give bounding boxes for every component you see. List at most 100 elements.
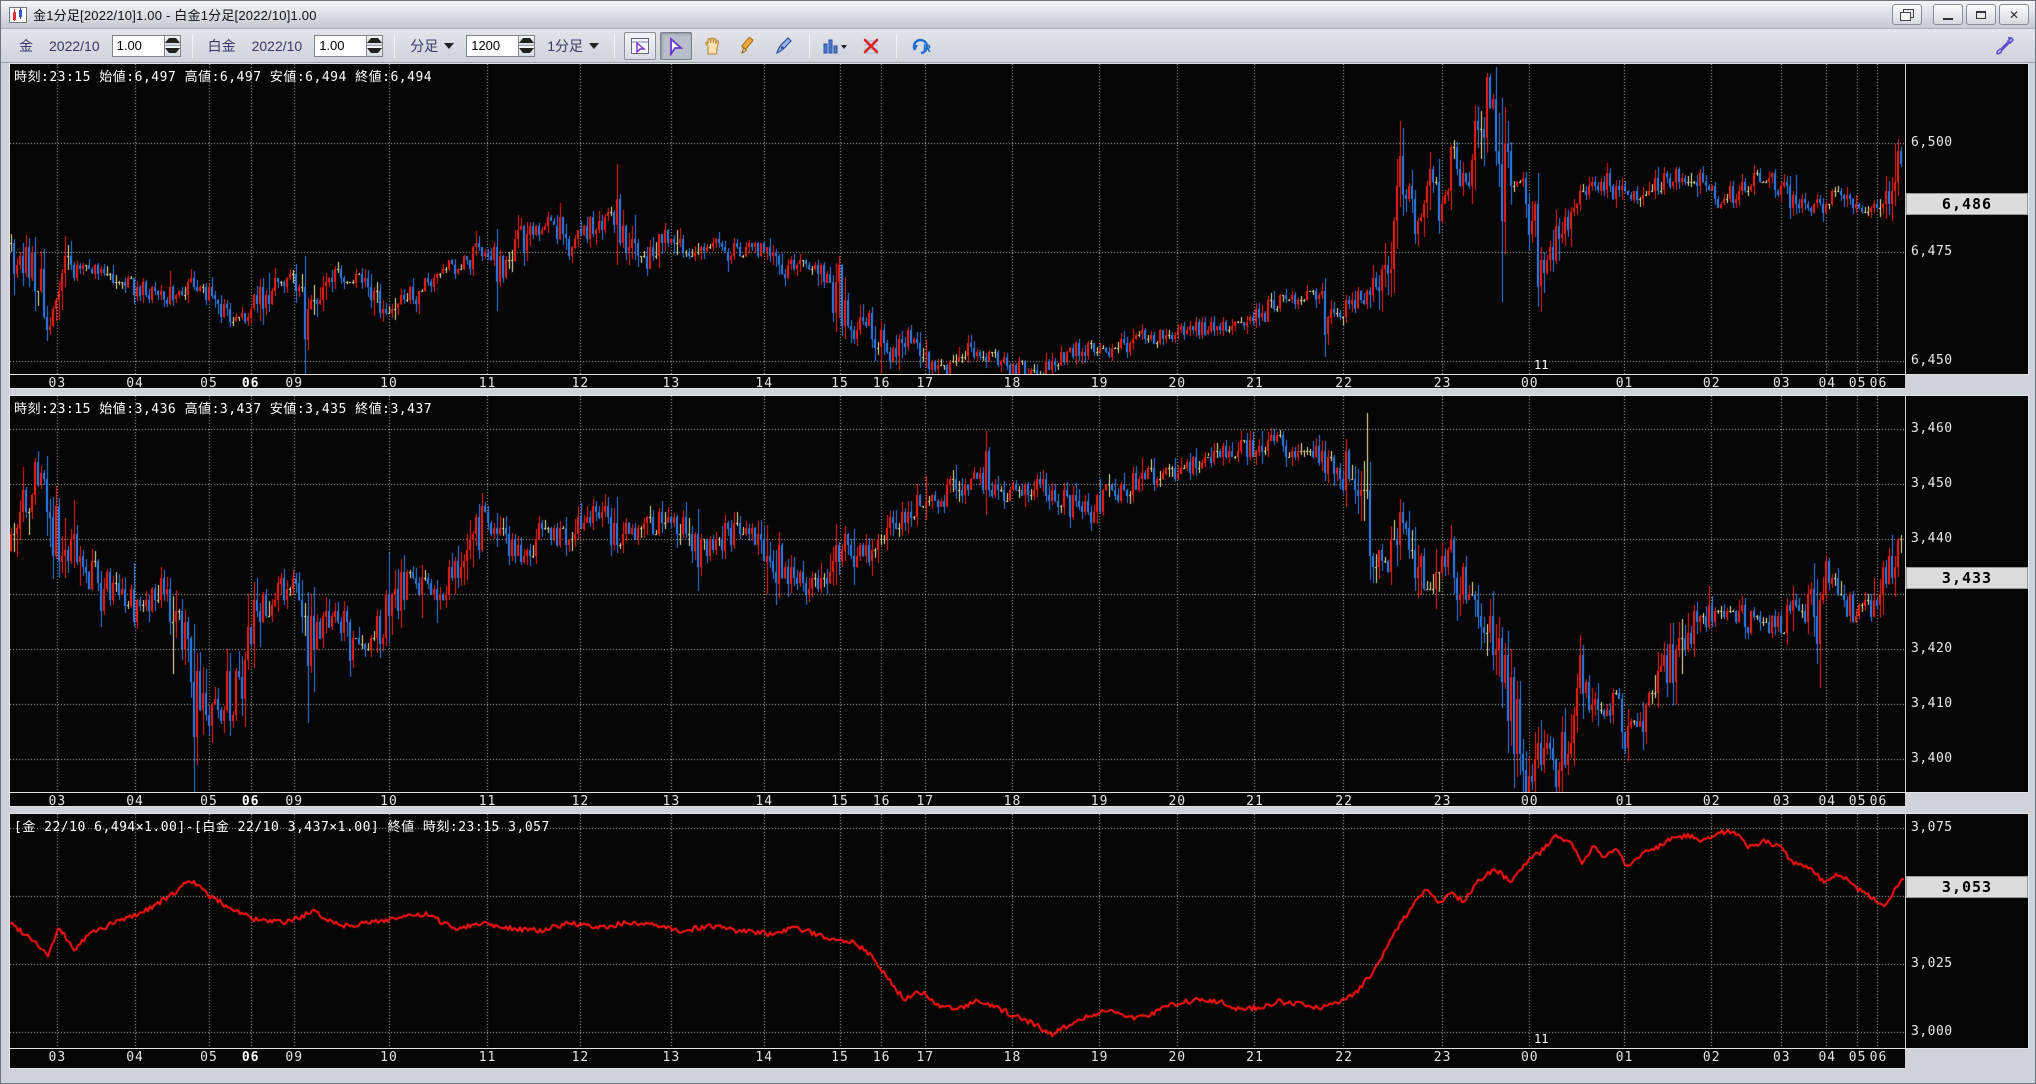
x-axis-label: 14 bbox=[755, 1050, 773, 1065]
app-window: 金1分足[2022/10]1.00 - 白金1分足[2022/10]1.00 ✕… bbox=[0, 0, 2036, 1084]
x-axis-label: 23 bbox=[1434, 376, 1452, 391]
y-axis-label: 3,460 bbox=[1911, 421, 1953, 436]
x-axis-label: 03 bbox=[1773, 376, 1791, 391]
maximize-button[interactable] bbox=[1966, 4, 1996, 25]
spread-plot: [金 22/10 6,494×1.00]-[白金 22/10 3,437×1.0… bbox=[9, 813, 1905, 1049]
select-tool-button[interactable] bbox=[660, 32, 692, 60]
gold-multiplier-spinner bbox=[112, 35, 181, 57]
y-axis-label: 3,410 bbox=[1911, 696, 1953, 711]
x-axis-label: 21 bbox=[1246, 1050, 1264, 1065]
pan-tool-button[interactable] bbox=[696, 32, 728, 60]
bar-chart-icon bbox=[822, 36, 848, 56]
x-axis-label: 17 bbox=[916, 794, 934, 809]
spin-down-icon bbox=[165, 48, 180, 53]
x-axis-label: 03 bbox=[49, 1050, 67, 1065]
platinum-chart-panel: 時刻:23:15 始値:3,436 高値:3,437 安値:3,435 終値:3… bbox=[9, 395, 2029, 807]
spread-y-axis: 3,053 3,0753,0253,000 bbox=[1905, 813, 2029, 1049]
gold-y-axis: 6,486 6,5006,4756,450 bbox=[1905, 63, 2029, 375]
spread-line-chart[interactable] bbox=[10, 814, 1904, 1048]
toolbar-separator bbox=[394, 34, 395, 58]
x-axis-label: 21 bbox=[1246, 376, 1264, 391]
x-axis-label: 09 bbox=[285, 376, 303, 391]
title-bar: 金1分足[2022/10]1.00 - 白金1分足[2022/10]1.00 ✕ bbox=[1, 1, 2035, 29]
spin-up-button[interactable] bbox=[367, 36, 382, 46]
wrench-icon bbox=[1994, 35, 2016, 57]
spin-down-button[interactable] bbox=[519, 45, 534, 56]
x-axis-label: 23 bbox=[1434, 1050, 1452, 1065]
minimize-button[interactable] bbox=[1933, 4, 1963, 25]
x-axis-label: 04 bbox=[126, 1050, 144, 1065]
window-title: 金1分足[2022/10]1.00 - 白金1分足[2022/10]1.00 bbox=[33, 5, 317, 24]
x-axis-label: 03 bbox=[49, 376, 67, 391]
bar-count-input[interactable] bbox=[466, 35, 518, 57]
settings-button[interactable] bbox=[1989, 32, 2021, 60]
x-axis-label: 02 bbox=[1703, 376, 1721, 391]
window-group-button[interactable] bbox=[1892, 4, 1922, 25]
x-axis-label: 15 bbox=[831, 1050, 849, 1065]
y-axis-label: 3,450 bbox=[1911, 476, 1953, 491]
gold-multiplier-input[interactable] bbox=[112, 35, 164, 57]
x-axis-label: 03 bbox=[1773, 1050, 1791, 1065]
bar-count-spinner bbox=[466, 35, 535, 57]
x-axis-label: 10 bbox=[380, 794, 398, 809]
gold-ohlc-info: 時刻:23:15 始値:6,497 高値:6,497 安値:6,494 終値:6… bbox=[14, 66, 432, 85]
platinum-last-price-badge: 3,433 bbox=[1906, 567, 2028, 589]
chart-style-button[interactable] bbox=[819, 32, 851, 60]
x-axis-label: 09 bbox=[285, 1050, 303, 1065]
toolbar: 金 2022/10 白金 2022/10 分足 bbox=[1, 29, 2035, 63]
y-axis-label: 3,000 bbox=[1911, 1024, 1953, 1039]
pen-tool-button[interactable] bbox=[768, 32, 800, 60]
x-axis-label: 16 bbox=[873, 1050, 891, 1065]
interval-dropdown[interactable]: 1分足 bbox=[547, 36, 599, 56]
y-axis-label: 3,075 bbox=[1911, 820, 1953, 835]
pencil-tool-button[interactable] bbox=[732, 32, 764, 60]
platinum-multiplier-input[interactable] bbox=[314, 35, 366, 57]
clear-drawings-button[interactable] bbox=[855, 32, 887, 60]
spin-down-button[interactable] bbox=[367, 45, 382, 56]
spin-up-button[interactable] bbox=[519, 36, 534, 46]
x-axis-label: 20 bbox=[1168, 794, 1186, 809]
toolbar-separator bbox=[614, 34, 615, 58]
bar-type-dropdown[interactable]: 分足 bbox=[410, 36, 454, 56]
gold-plot: 時刻:23:15 始値:6,497 高値:6,497 安値:6,494 終値:6… bbox=[9, 63, 1905, 375]
x-axis-label: 16 bbox=[873, 794, 891, 809]
gold-chart-panel: 時刻:23:15 始値:6,497 高値:6,497 安値:6,494 終値:6… bbox=[9, 63, 2029, 389]
gold-candle-chart[interactable] bbox=[10, 64, 1904, 374]
x-axis-label: 00 bbox=[1521, 1050, 1539, 1065]
x-axis-label: 05 bbox=[200, 376, 218, 391]
x-axis-label: 11 bbox=[479, 794, 497, 809]
x-axis-label: 01 bbox=[1616, 794, 1634, 809]
close-icon: ✕ bbox=[2009, 8, 2019, 22]
x-axis-label: 22 bbox=[1335, 1050, 1353, 1065]
x-axis-label: 20 bbox=[1168, 1050, 1186, 1065]
x-axis-label: 02 bbox=[1703, 1050, 1721, 1065]
reload-button[interactable]: R bbox=[906, 32, 938, 60]
svg-text:R: R bbox=[923, 43, 931, 55]
x-axis-label: 16 bbox=[873, 376, 891, 391]
x-axis-label: 18 bbox=[1004, 1050, 1022, 1065]
x-axis-label: 05 bbox=[1849, 794, 1867, 809]
x-axis-label: 05 bbox=[1849, 1050, 1867, 1065]
spin-down-button[interactable] bbox=[165, 45, 180, 56]
gold-month-label: 2022/10 bbox=[49, 38, 100, 54]
x-axis-label: 19 bbox=[1091, 794, 1109, 809]
pencil-icon bbox=[738, 36, 758, 56]
x-axis-label: 01 bbox=[1616, 376, 1634, 391]
x-axis-label: 13 bbox=[663, 376, 681, 391]
x-axis-label: 06 bbox=[1870, 1050, 1888, 1065]
x-axis-label: 19 bbox=[1091, 376, 1109, 391]
close-button[interactable]: ✕ bbox=[1999, 4, 2029, 25]
x-axis-label: 03 bbox=[1773, 794, 1791, 809]
chevron-down-icon bbox=[589, 43, 599, 49]
x-axis-label: 23 bbox=[1434, 794, 1452, 809]
y-axis-label: 3,420 bbox=[1911, 641, 1953, 656]
x-axis-label: 04 bbox=[1818, 794, 1836, 809]
platinum-candle-chart[interactable] bbox=[10, 396, 1904, 792]
spin-up-button[interactable] bbox=[165, 36, 180, 46]
charts-area: 時刻:23:15 始値:6,497 高値:6,497 安値:6,494 終値:6… bbox=[1, 63, 2035, 1083]
chart-pointer-button[interactable] bbox=[624, 32, 656, 60]
toolbar-separator bbox=[809, 34, 810, 58]
x-axis-label: 05 bbox=[200, 794, 218, 809]
x-axis-label: 18 bbox=[1004, 376, 1022, 391]
reload-icon: R bbox=[911, 36, 933, 56]
